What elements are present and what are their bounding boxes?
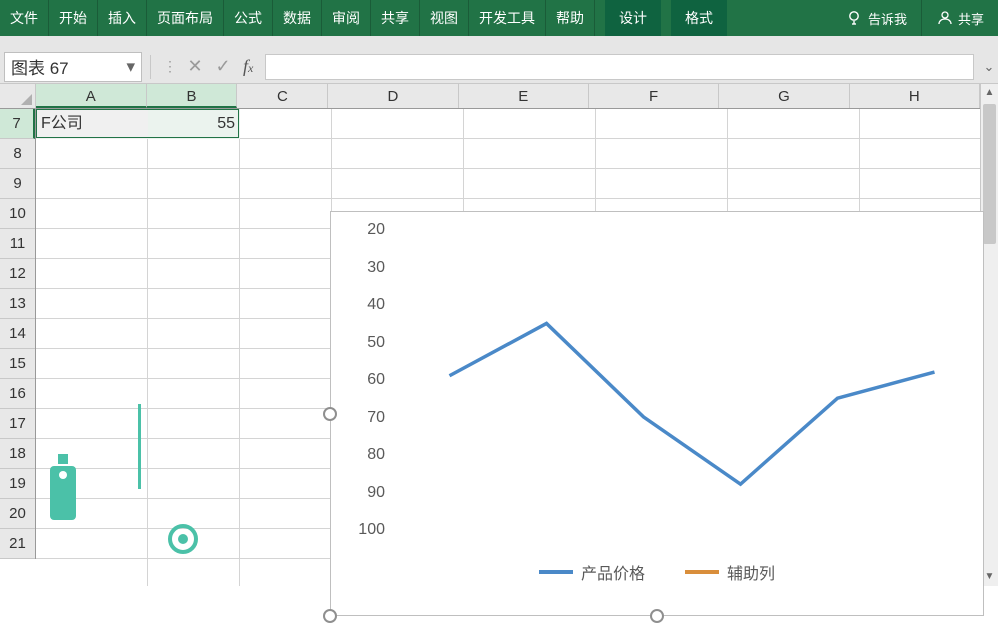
tab-developer[interactable]: 开发工具 — [469, 0, 546, 36]
row-header-21[interactable]: 21 — [0, 529, 35, 559]
row-header-18[interactable]: 18 — [0, 439, 35, 469]
row-header-20[interactable]: 20 — [0, 499, 35, 529]
cancel-formula[interactable]: ✕ — [181, 56, 209, 77]
chart-object[interactable]: 20 30 40 50 60 70 80 90 100 产品价格 辅助列 — [330, 211, 984, 616]
legend-label-0: 产品价格 — [581, 560, 645, 584]
name-box-value: 图表 67 — [11, 54, 69, 79]
ytick-90: 90 — [367, 484, 385, 502]
tab-chart-design[interactable]: 设计 — [605, 0, 661, 36]
select-all[interactable] — [0, 84, 36, 109]
share-label: 共享 — [958, 9, 984, 28]
ytick-80: 80 — [367, 446, 385, 464]
tab-formulas[interactable]: 公式 — [224, 0, 273, 36]
row-header-7[interactable]: 7 — [0, 109, 35, 139]
chart-yaxis: 20 30 40 50 60 70 80 90 100 — [341, 212, 391, 547]
formula-bar: 图表 67 ▾ ⋮ ✕ ✓ fx ⌄ — [0, 50, 998, 84]
fbar-dots[interactable]: ⋮ — [159, 58, 181, 75]
column-headers: ABCDEFGH — [36, 84, 980, 109]
expand-formula-bar[interactable]: ⌄ — [980, 59, 998, 75]
chart-handle-bm[interactable] — [650, 609, 664, 623]
row-header-16[interactable]: 16 — [0, 379, 35, 409]
ytick-20: 20 — [367, 221, 385, 239]
enter-formula[interactable]: ✓ — [209, 56, 237, 77]
chart-handle-ml[interactable] — [323, 407, 337, 421]
tab-file[interactable]: 文件 — [0, 0, 49, 36]
green-bar-shape[interactable] — [138, 404, 141, 489]
tab-chart-format[interactable]: 格式 — [671, 0, 727, 36]
chevron-down-icon: ▾ — [126, 57, 135, 77]
chart-legend: 产品价格 辅助列 — [331, 552, 983, 592]
legend-swatch-1 — [685, 570, 719, 574]
tab-view[interactable]: 视图 — [420, 0, 469, 36]
sheet-area: ABCDEFGH 789101112131415161718192021 F公司… — [0, 84, 998, 586]
person-icon — [936, 10, 952, 26]
ytick-70: 70 — [367, 409, 385, 427]
ytick-50: 50 — [367, 334, 385, 352]
ytick-30: 30 — [367, 259, 385, 277]
ribbon: 文件 开始 插入 页面布局 公式 数据 审阅 共享 视图 开发工具 帮助 设计 … — [0, 0, 998, 36]
legend-item-0[interactable]: 产品价格 — [539, 560, 645, 584]
share-button[interactable]: 共享 — [921, 0, 998, 36]
lightbulb-icon — [846, 10, 862, 26]
row-header-13[interactable]: 13 — [0, 289, 35, 319]
row-header-9[interactable]: 9 — [0, 169, 35, 199]
tab-share[interactable]: 共享 — [371, 0, 420, 36]
col-header-D[interactable]: D — [328, 84, 458, 108]
chart-plotarea — [401, 230, 983, 529]
tab-home[interactable]: 开始 — [49, 0, 98, 36]
tab-help[interactable]: 帮助 — [546, 0, 595, 36]
ribbon-collapsed-area — [0, 36, 998, 50]
tell-me[interactable]: 告诉我 — [832, 0, 921, 36]
row-header-12[interactable]: 12 — [0, 259, 35, 289]
tab-review[interactable]: 审阅 — [322, 0, 371, 36]
target-shape[interactable] — [168, 524, 198, 554]
ytick-60: 60 — [367, 371, 385, 389]
row-header-17[interactable]: 17 — [0, 409, 35, 439]
row-header-14[interactable]: 14 — [0, 319, 35, 349]
chart-plot: 20 30 40 50 60 70 80 90 100 — [341, 212, 983, 547]
formula-input[interactable] — [265, 54, 974, 80]
col-header-B[interactable]: B — [147, 84, 238, 108]
col-header-E[interactable]: E — [459, 84, 589, 108]
col-header-C[interactable]: C — [237, 84, 328, 108]
insert-function[interactable]: fx — [237, 56, 259, 77]
ytick-40: 40 — [367, 296, 385, 314]
tab-data[interactable]: 数据 — [273, 0, 322, 36]
row-headers: 789101112131415161718192021 — [0, 109, 36, 559]
col-header-A[interactable]: A — [36, 84, 147, 108]
col-header-G[interactable]: G — [719, 84, 849, 108]
tab-pagelayout[interactable]: 页面布局 — [147, 0, 224, 36]
chart-handle-bl[interactable] — [323, 609, 337, 623]
name-box[interactable]: 图表 67 ▾ — [4, 52, 142, 82]
col-header-F[interactable]: F — [589, 84, 719, 108]
row-header-15[interactable]: 15 — [0, 349, 35, 379]
bottle-shape[interactable] — [50, 454, 76, 520]
scroll-up[interactable]: ▲ — [981, 84, 998, 102]
col-header-H[interactable]: H — [850, 84, 980, 108]
row-header-19[interactable]: 19 — [0, 469, 35, 499]
legend-label-1: 辅助列 — [727, 560, 775, 584]
ytick-100: 100 — [358, 521, 385, 539]
legend-swatch-0 — [539, 570, 573, 574]
tab-insert[interactable]: 插入 — [98, 0, 147, 36]
cell-A7[interactable]: F公司 — [36, 109, 148, 139]
scroll-thumb[interactable] — [983, 104, 996, 244]
legend-item-1[interactable]: 辅助列 — [685, 560, 775, 584]
row-header-8[interactable]: 8 — [0, 139, 35, 169]
cell-B7[interactable]: 55 — [148, 109, 240, 139]
row-header-11[interactable]: 11 — [0, 229, 35, 259]
tell-me-label: 告诉我 — [868, 9, 907, 28]
row-header-10[interactable]: 10 — [0, 199, 35, 229]
